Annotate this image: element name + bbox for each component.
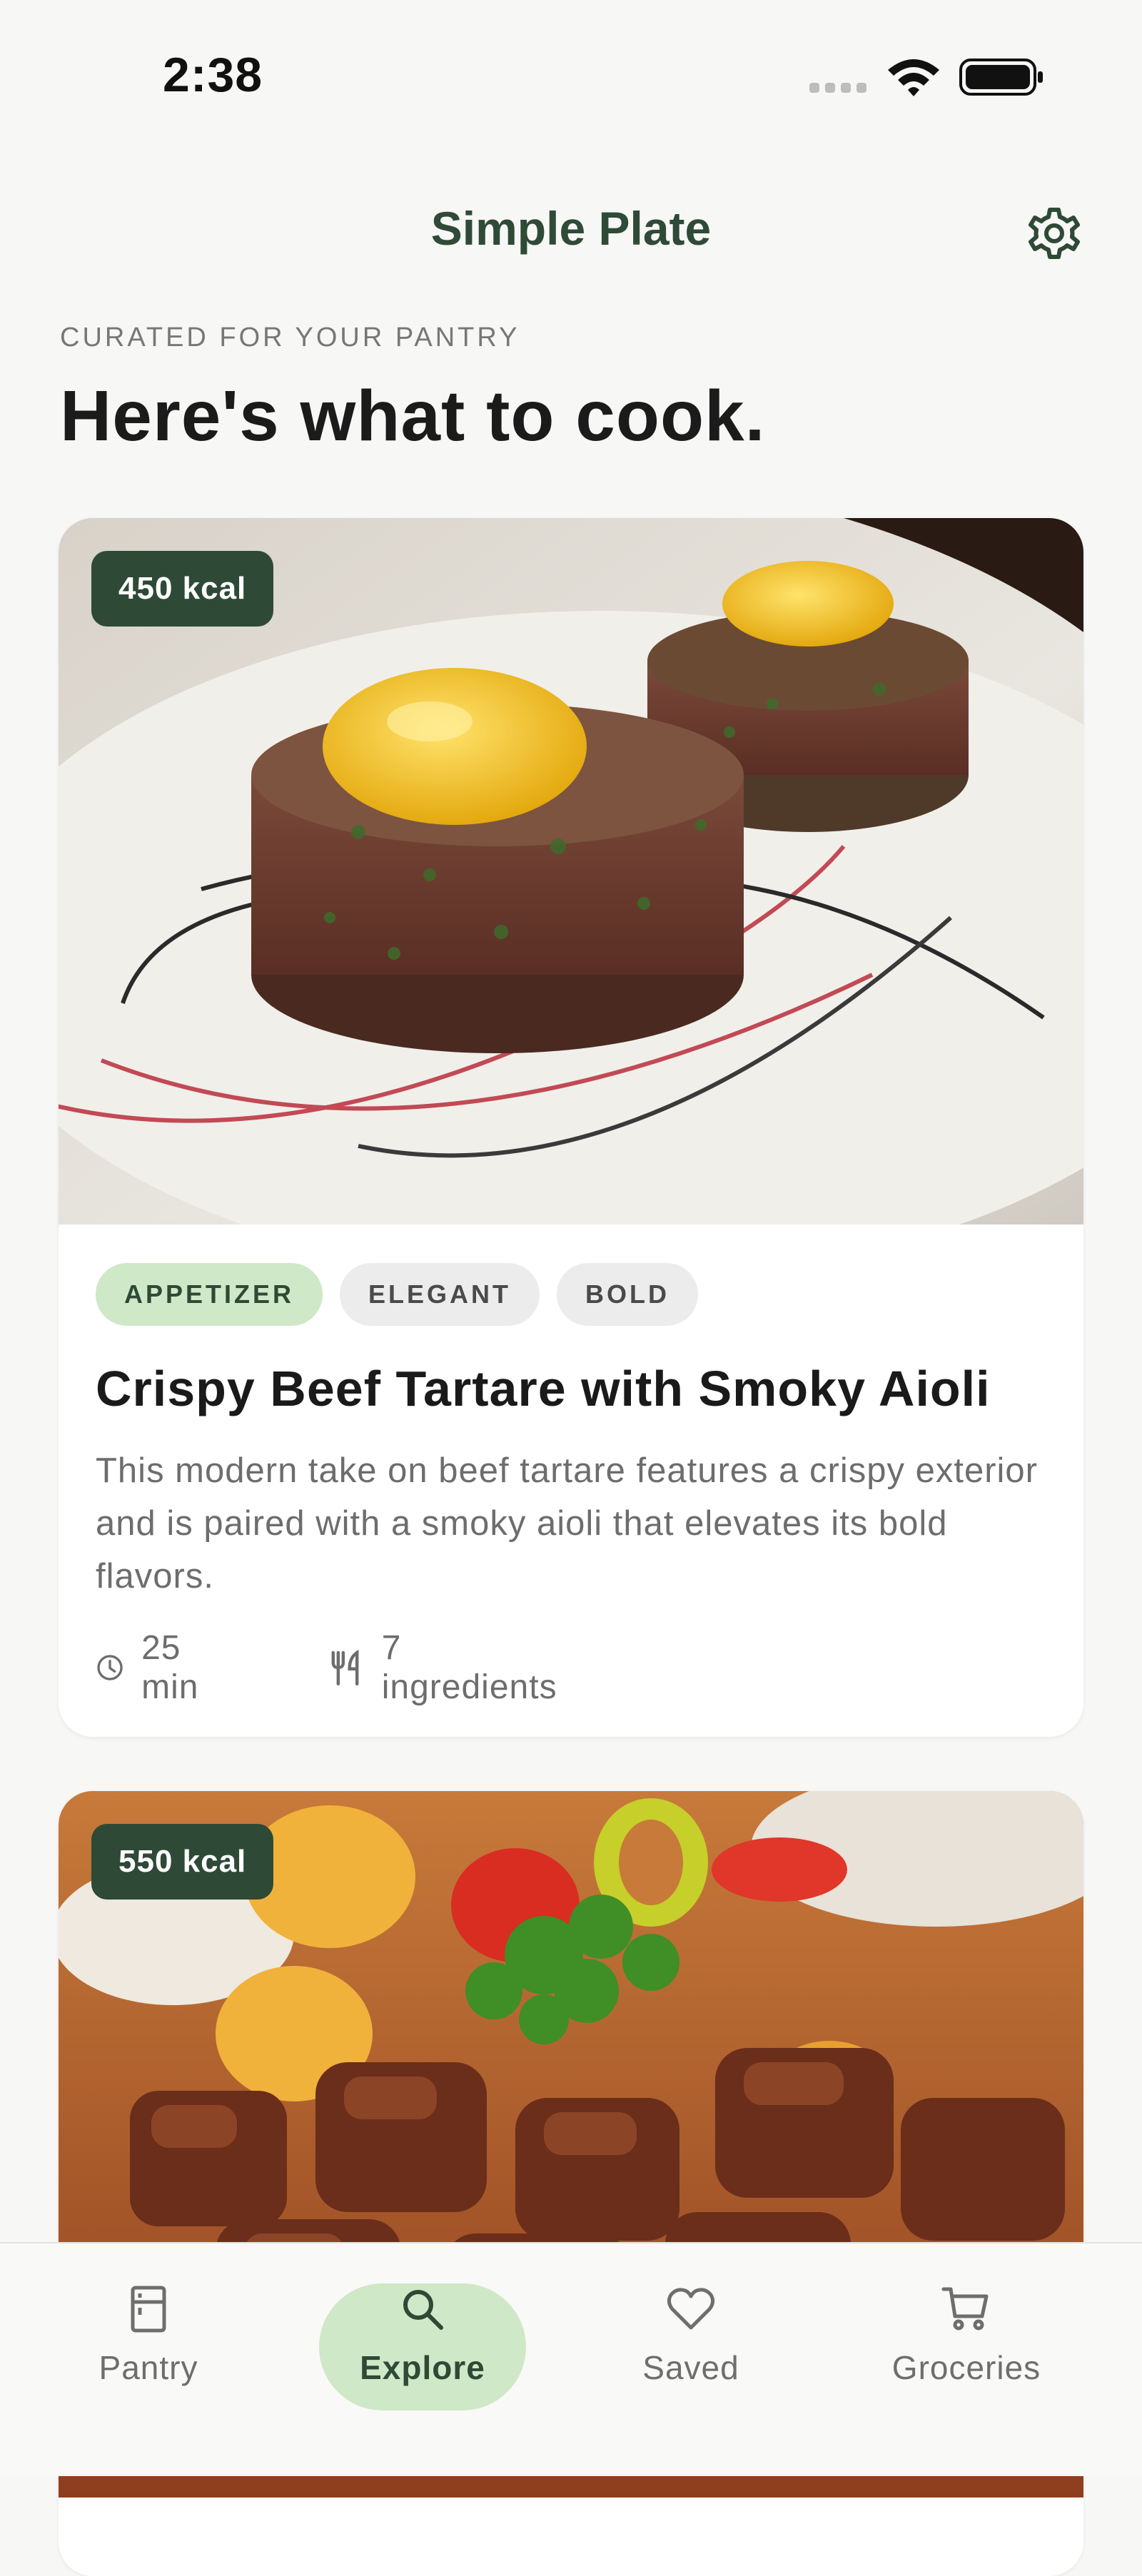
cart-icon [941,2287,989,2331]
tab-label: Saved [642,2349,739,2386]
section-eyebrow: CURATED FOR YOUR PANTRY [60,323,520,353]
search-icon [403,2290,443,2330]
calorie-badge: 450 kcal [91,551,274,627]
tab-label: Groceries [891,2349,1041,2386]
calorie-badge: 550 kcal [91,1824,274,1900]
heart-icon [667,2288,715,2330]
pantry-icon [131,2286,166,2333]
ingredient-count-value: 7 ingredients [381,1629,557,1706]
tag-list: APPETIZER ELEGANT BOLD [96,1263,715,1326]
tab-groceries[interactable]: Groceries [866,2283,1066,2426]
tag-chip: ELEGANT [340,1263,540,1326]
tab-label: Pantry [98,2349,198,2386]
cook-time: 25 min [96,1629,213,1706]
tab-explore[interactable]: Explore [337,2283,508,2426]
cellular-signal-icon [809,83,869,93]
battery-icon [959,59,1043,96]
wifi-icon [888,59,939,96]
ingredient-count: 7 ingredients [327,1629,562,1706]
app-title: Simple Plate [430,202,712,255]
recipe-description: This modern take on beef tartare feature… [96,1451,1038,1596]
status-bar: 2:38 [0,0,1142,143]
tag-chip: APPETIZER [96,1263,323,1326]
clock-icon [97,1655,123,1680]
tab-saved[interactable]: Saved [605,2283,777,2426]
tab-pantry[interactable]: Pantry [63,2283,234,2426]
gear-icon[interactable] [1025,204,1083,263]
status-time: 2:38 [163,48,263,102]
page-headline: Here's what to cook. [60,376,766,456]
tag-chip: BOLD [557,1263,699,1326]
recipe-card[interactable]: 450 kcal APPETIZER ELEGANT BOLD Crispy Bee… [59,518,1083,1737]
tab-label: Explore [360,2349,485,2386]
bottom-navigation: Pantry Explore Saved Groceries [0,2242,1142,2476]
cook-time-value: 25 min [141,1629,199,1706]
recipe-title: Crispy Beef Tartare with Smoky Aioli [96,1361,991,1416]
utensils-icon [331,1649,359,1686]
